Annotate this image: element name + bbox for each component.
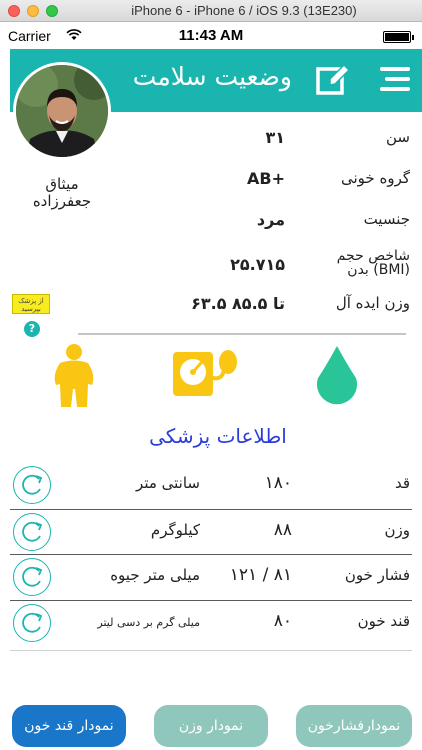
blood-pressure-chart-button[interactable]: نمودارفشارخون: [296, 705, 412, 747]
blood-pressure-label: فشار خون: [344, 566, 410, 584]
status-bar: Carrier 11:43 AM: [0, 23, 422, 49]
refresh-height-button[interactable]: [13, 466, 51, 504]
window-titlebar: iPhone 6 - iPhone 6 / iOS 9.3 (13E230): [0, 0, 422, 22]
weight-unit: کیلوگرم: [150, 521, 200, 539]
gender-label: جنسیت: [363, 210, 410, 228]
medical-row-blood-pressure: میلی متر جیوه ۱۲۱ / ۸۱ فشار خون: [10, 554, 412, 598]
blood-pressure-value: ۱۲۱ / ۸۱: [229, 565, 292, 585]
blood-sugar-label: قند خون: [357, 612, 410, 630]
blood-drop-icon[interactable]: [312, 344, 362, 408]
medical-info-title: اطلاعات پزشکی: [149, 424, 287, 448]
page-title: وضعیت سلامت: [132, 62, 292, 91]
list-bottom-divider: [10, 650, 412, 651]
ask-doctor-line1: از پزشک: [18, 297, 44, 305]
blood-pressure-gauge-icon[interactable]: [170, 348, 240, 404]
weight-chart-button[interactable]: نمودار وزن: [154, 705, 268, 747]
medical-row-height: سانتی متر ۱۸۰ قد: [10, 462, 412, 506]
edit-icon[interactable]: [316, 63, 350, 97]
age-value: ۳۱: [265, 128, 285, 147]
refresh-icon: [22, 474, 43, 495]
zoom-window-button[interactable]: [46, 5, 58, 17]
refresh-icon: [22, 521, 43, 542]
bmi-label-line2: بدن (BMI): [347, 262, 410, 278]
body-weight-icon[interactable]: [52, 343, 96, 409]
medical-row-weight: کیلوگرم ۸۸ وزن: [10, 509, 412, 553]
app-window: iPhone 6 - iPhone 6 / iOS 9.3 (13E230) C…: [0, 0, 422, 750]
blood-sugar-unit: میلی گرم بر دسی لیتر: [97, 616, 200, 629]
profile-photo: [16, 65, 108, 157]
ideal-weight-label: وزن ایده آل: [335, 294, 410, 312]
profile-age-row: سن ۳۱: [190, 128, 410, 158]
divider: [78, 333, 406, 335]
battery-icon: [383, 31, 414, 43]
help-icon[interactable]: ?: [24, 321, 40, 337]
medical-row-blood-sugar: میلی گرم بر دسی لیتر ۸۰ قند خون: [10, 600, 412, 644]
refresh-icon: [22, 612, 43, 633]
profile-blood-type-row: گروه خونی AB+: [190, 169, 410, 199]
refresh-icon: [22, 566, 43, 587]
profile-gender-row: جنسیت مرد: [190, 210, 410, 240]
user-last-name: جعفرزاده: [32, 192, 92, 210]
blood-sugar-chart-button[interactable]: نمودار قند خون: [12, 705, 126, 747]
weight-value: ۸۸: [273, 520, 292, 540]
bmi-value: ۲۵.۷۱۵: [230, 255, 285, 274]
ask-doctor-badge[interactable]: از پزشک بپرسید: [12, 294, 50, 314]
minimize-window-button[interactable]: [27, 5, 39, 17]
age-label: سن: [386, 128, 410, 146]
status-time: 11:43 AM: [178, 27, 244, 44]
height-unit: سانتی متر: [136, 474, 200, 492]
user-first-name: میثاق: [45, 175, 79, 193]
close-window-button[interactable]: [8, 5, 20, 17]
profile-bmi-row: شاخص حجم بدن (BMI) ۲۵.۷۱۵: [190, 249, 410, 279]
window-title: iPhone 6 - iPhone 6 / iOS 9.3 (13E230): [131, 3, 357, 18]
user-name: میثاق جعفرزاده: [14, 176, 110, 210]
profile-ideal-weight-row: وزن ایده آل ۶۳.۵ تا ۸۵.۵: [190, 294, 410, 324]
weight-label: وزن: [384, 521, 410, 539]
blood-type-value: AB+: [247, 169, 285, 188]
refresh-weight-button[interactable]: [13, 513, 51, 551]
blood-sugar-value: ۸۰: [273, 611, 292, 631]
blood-pressure-unit: میلی متر جیوه: [110, 566, 200, 584]
avatar[interactable]: [13, 62, 111, 160]
ask-doctor-line2: بپرسید: [21, 305, 41, 313]
menu-icon[interactable]: [380, 67, 410, 93]
blood-type-label: گروه خونی: [341, 169, 410, 187]
refresh-blood-pressure-button[interactable]: [13, 558, 51, 596]
refresh-blood-sugar-button[interactable]: [13, 604, 51, 642]
ideal-weight-value: ۶۳.۵ تا ۸۵.۵: [191, 294, 285, 313]
height-label: قد: [394, 474, 410, 492]
height-value: ۱۸۰: [264, 473, 292, 493]
bmi-label: شاخص حجم بدن (BMI): [337, 249, 410, 277]
gender-value: مرد: [256, 210, 285, 229]
